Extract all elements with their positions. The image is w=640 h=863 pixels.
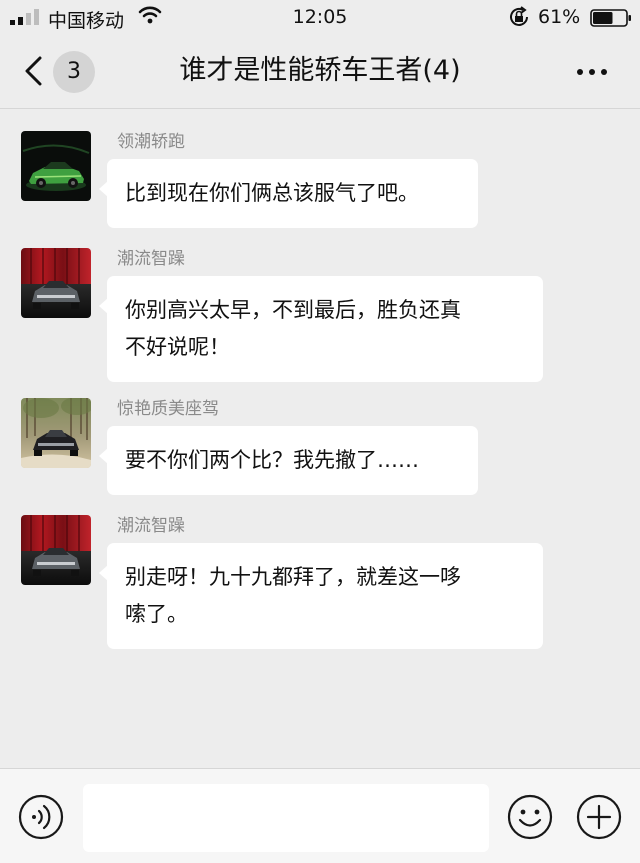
avatar[interactable]: [21, 515, 91, 585]
message-text-line: 别走呀！九十九都拜了，就差这一哆: [125, 565, 461, 589]
message-text-line: 不好说呢！: [125, 335, 230, 359]
green-sports-car-icon: [21, 131, 91, 201]
dark-sedan-forest-icon: [21, 398, 91, 468]
nav-bar: 3 谁才是性能轿车王者(4): [0, 34, 640, 109]
message-text-line: 比到现在你们俩总该服气了吧。: [125, 181, 419, 205]
avatar[interactable]: [21, 131, 91, 201]
back-chevron-icon[interactable]: [24, 56, 44, 86]
message-text-line: 要不你们两个比？我先撤了……: [125, 448, 419, 472]
battery-icon: [590, 9, 631, 27]
avatar[interactable]: [21, 398, 91, 468]
sender-name: 惊艳质美座驾: [117, 399, 219, 419]
status-bar: 中国移动 12:05 61%: [0, 0, 640, 34]
battery-percentage: 61%: [538, 6, 581, 28]
grey-sedan-red-curtain-icon: [21, 515, 91, 585]
message-bubble[interactable]: 别走呀！九十九都拜了，就差这一哆 嗦了。: [99, 543, 543, 649]
message-text-line: 嗦了。: [125, 602, 188, 626]
emoji-icon[interactable]: [507, 794, 553, 840]
voice-icon[interactable]: [18, 794, 64, 840]
sender-name: 潮流智躁: [117, 249, 185, 269]
more-icon[interactable]: [574, 58, 610, 86]
rotation-lock-icon: [510, 6, 528, 26]
sender-name: 领潮轿跑: [117, 132, 185, 152]
message-bubble[interactable]: 比到现在你们俩总该服气了吧。: [99, 159, 478, 228]
message-bubble[interactable]: 要不你们两个比？我先撤了……: [99, 426, 478, 495]
message-bubble[interactable]: 你别高兴太早，不到最后，胜负还真 不好说呢！: [99, 276, 543, 382]
avatar[interactable]: [21, 248, 91, 318]
message-input[interactable]: [83, 784, 489, 852]
chat-title: 谁才是性能轿车王者(4): [179, 55, 461, 86]
grey-sedan-red-curtain-icon: [21, 248, 91, 318]
input-bar: [0, 768, 640, 863]
sender-name: 潮流智躁: [117, 516, 185, 536]
unread-count-badge[interactable]: 3: [53, 51, 95, 93]
message-text-line: 你别高兴太早，不到最后，胜负还真: [125, 298, 461, 322]
add-icon[interactable]: [576, 794, 622, 840]
